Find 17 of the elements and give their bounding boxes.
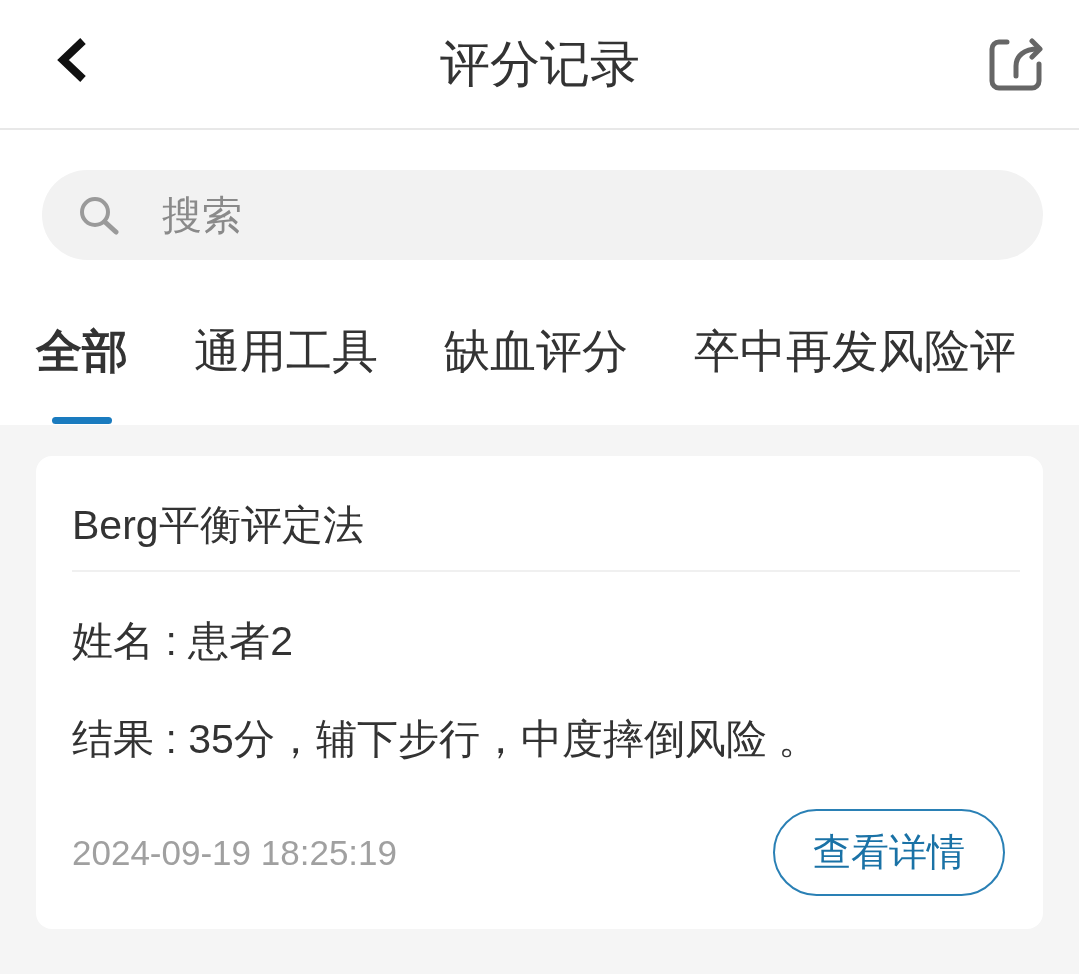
- record-title: Berg平衡评定法: [72, 500, 365, 550]
- tab[interactable]: 通用工具: [190, 321, 382, 381]
- tab[interactable]: 全部: [32, 321, 132, 381]
- back-icon: [57, 37, 87, 83]
- share-icon: [989, 37, 1043, 91]
- search-field[interactable]: 搜索: [42, 170, 1043, 260]
- record-detail: 姓名 : 患者2: [72, 617, 294, 666]
- record-detail: 结果 : 35分，辅下步行，中度摔倒风险 。: [72, 715, 821, 764]
- tab[interactable]: 缺血评分: [440, 321, 632, 381]
- record-time: 2024-09-19 18:25:19: [72, 832, 397, 873]
- tab-indicator: [52, 417, 112, 424]
- back-button[interactable]: [57, 37, 87, 83]
- search-icon: [78, 195, 120, 235]
- share-button[interactable]: [989, 37, 1043, 91]
- page-title: 评分记录: [439, 35, 640, 94]
- view-details-button[interactable]: 查看详情: [773, 809, 1005, 896]
- tab[interactable]: 卒中再发风险评: [690, 321, 1020, 381]
